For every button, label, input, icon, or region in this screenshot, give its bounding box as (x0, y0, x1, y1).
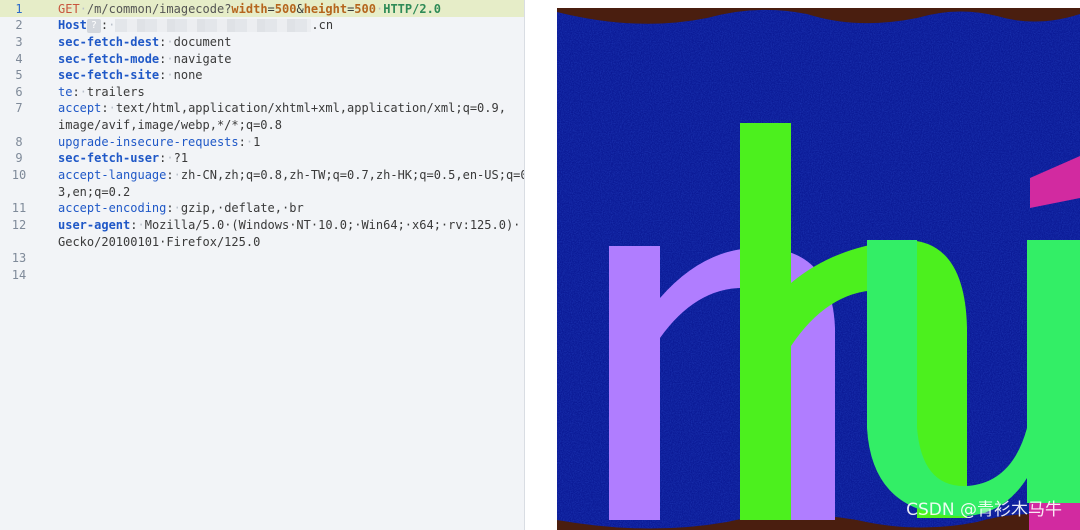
header-line-continuation: image/avif,image/webp,*/*;q=0.8 (58, 118, 282, 132)
line-number: 5 (15, 68, 23, 82)
panel-divider (525, 0, 557, 530)
header-line: sec-fetch-dest:·document (58, 35, 232, 49)
line-number: 2 (15, 18, 23, 32)
line-number: 10 (11, 168, 27, 182)
line-number: 8 (15, 135, 23, 149)
header-line: accept-language:·zh-CN,zh;q=0.8,zh-TW;q=… (58, 168, 525, 182)
header-line: accept-encoding:·gzip,·deflate,·br (58, 201, 304, 215)
line-number: 3 (15, 35, 23, 49)
captcha-stroke (1040, 240, 1080, 503)
header-line: user-agent:·Mozilla/5.0·(Windows·NT·10.0… (58, 218, 521, 232)
header-line: accept:·text/html,application/xhtml+xml,… (58, 101, 506, 115)
line-number: 12 (11, 218, 27, 232)
line-number: 9 (15, 151, 23, 165)
header-line-continuation: 3,en;q=0.2 (58, 185, 131, 199)
line-number: 14 (11, 268, 27, 282)
watermark: CSDN @青衫木马牛 (906, 500, 1062, 520)
line-number-gutter: 1 2 3 4 5 6 7 8 9 10 11 12 13 14 (0, 0, 46, 530)
line-number: 1 (15, 2, 23, 16)
line-number: 7 (15, 101, 23, 115)
help-icon[interactable]: ? (86, 18, 101, 33)
redacted-host (115, 19, 312, 32)
header-line: sec-fetch-site:·none (58, 68, 203, 82)
header-line: sec-fetch-user:·?1 (58, 151, 189, 165)
header-line: upgrade-insecure-requests:·1 (58, 135, 261, 149)
header-host: Host?:· .cn (58, 18, 334, 33)
request-line: GET·/m/common/imagecode?width=500&height… (58, 2, 442, 16)
line-number: 4 (15, 52, 23, 66)
captcha-graphic (557, 8, 1080, 530)
line-number: 11 (11, 201, 27, 215)
captcha-image: CSDN @青衫木马牛 (557, 8, 1080, 530)
header-line: sec-fetch-mode:·navigate (58, 52, 232, 66)
header-line: te:·trailers (58, 85, 145, 99)
line-number: 6 (15, 85, 23, 99)
line-number: 13 (11, 251, 27, 265)
header-line-continuation: Gecko/20100101·Firefox/125.0 (58, 235, 261, 249)
http-request-editor[interactable]: 1 2 3 4 5 6 7 8 9 10 11 12 13 14 GET·/m/… (0, 0, 525, 530)
